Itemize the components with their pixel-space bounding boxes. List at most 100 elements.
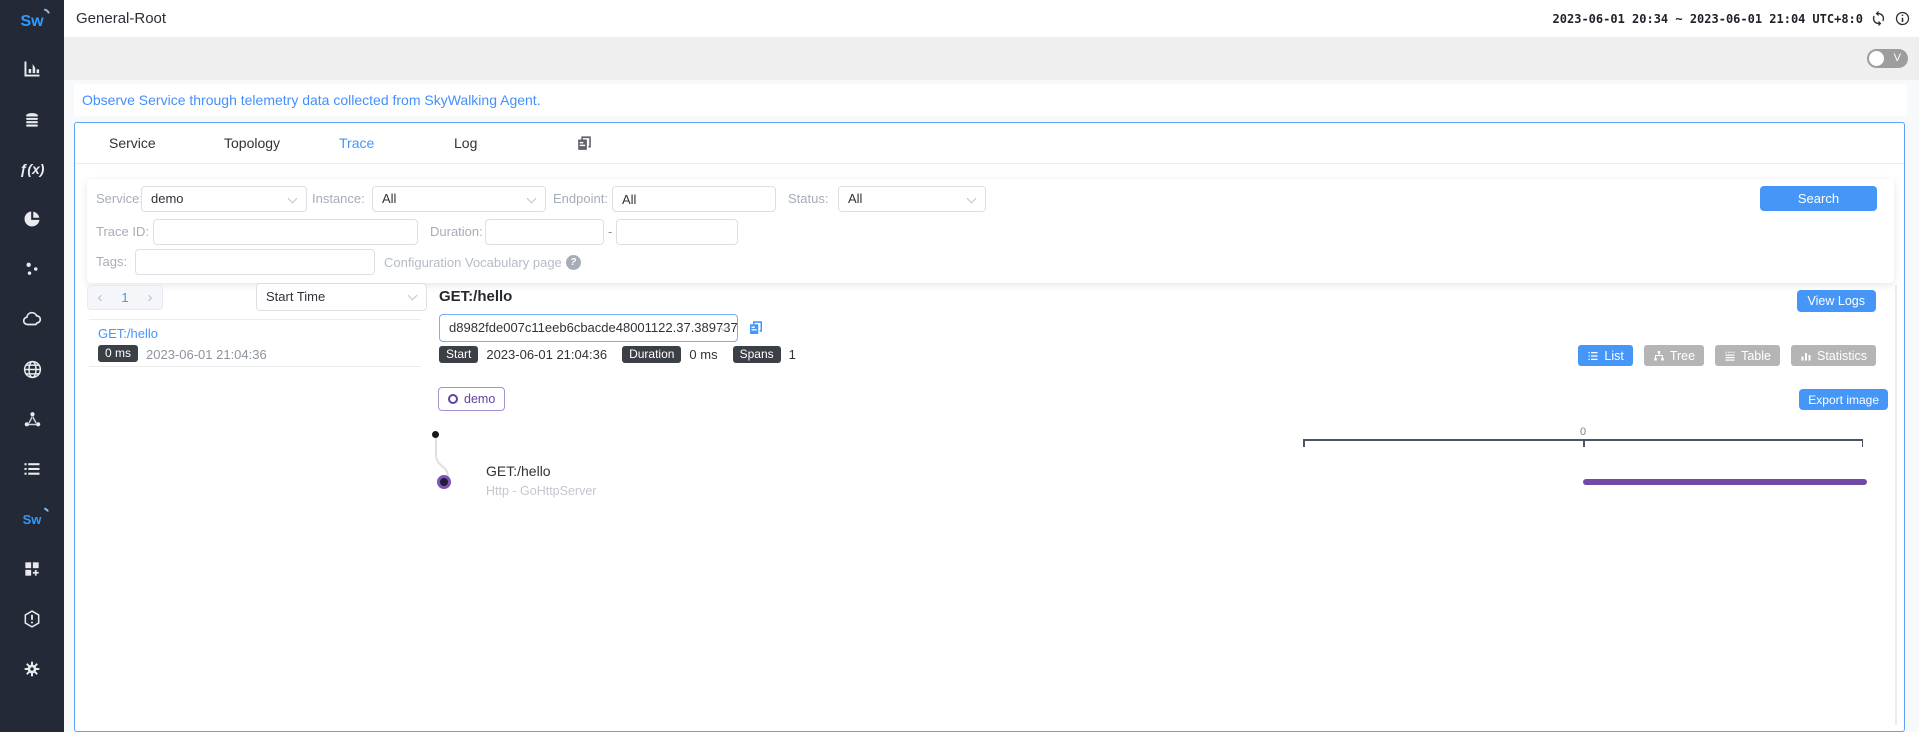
sidebar-item-cloud[interactable]: [0, 294, 64, 344]
current-page[interactable]: 1: [121, 290, 128, 305]
header-right-group: 2023-06-01 20:34 ~ 2023-06-01 21:04 UTC+…: [1553, 0, 1911, 37]
view-mode-table-button[interactable]: Table: [1715, 345, 1780, 366]
instance-select[interactable]: All: [372, 186, 546, 212]
scatter-dots-icon: [22, 259, 42, 279]
tags-input[interactable]: [135, 249, 375, 275]
tab-service[interactable]: Service: [109, 135, 224, 151]
view-toggle[interactable]: V: [1867, 49, 1908, 68]
page-title: General-Root: [76, 10, 166, 27]
chevron-down-icon: [527, 194, 537, 204]
trace-id-label: Trace ID:: [96, 219, 149, 245]
page-body: Observe Service through telemetry data c…: [64, 80, 1919, 732]
info-icon[interactable]: [1894, 10, 1911, 27]
trace-root-node[interactable]: [432, 431, 439, 438]
sidebar-item-alerting[interactable]: [0, 594, 64, 644]
sidebar-item-database[interactable]: [0, 94, 64, 144]
trace-detail-title: GET:/hello: [439, 288, 512, 305]
tree-view-icon: [1653, 350, 1665, 362]
ruler-tick: [1583, 441, 1585, 447]
duration-min-input[interactable]: [485, 219, 604, 245]
database-icon: [22, 109, 42, 129]
copy-trace-id-icon[interactable]: [747, 319, 765, 337]
ruler-tick: [1303, 441, 1305, 447]
trace-endpoint-link[interactable]: GET:/hello: [98, 326, 158, 341]
topology-icon: [22, 409, 43, 430]
sidebar-item-browser[interactable]: [0, 344, 64, 394]
grid-plus-icon: [22, 559, 42, 579]
tab-log[interactable]: Log: [454, 135, 569, 151]
service-legend-chip[interactable]: demo: [438, 387, 505, 411]
trace-id-input[interactable]: [153, 219, 418, 245]
sort-select[interactable]: Start Time: [256, 283, 427, 311]
scrollbar[interactable]: [1895, 285, 1897, 725]
functions-icon: ƒ(x): [20, 161, 45, 177]
timezone[interactable]: UTC+8:0: [1812, 12, 1863, 26]
sidebar: Sw ƒ(x): [0, 0, 64, 732]
list-view-icon: [1587, 350, 1599, 362]
status-select[interactable]: All: [838, 186, 986, 212]
duration-max-input[interactable]: [616, 219, 738, 245]
sidebar-item-dashboard[interactable]: [0, 44, 64, 94]
endpoint-label: Endpoint:: [553, 186, 608, 212]
sidebar-item-skywalking[interactable]: Sw: [0, 494, 64, 544]
span-duration-bar[interactable]: [1583, 479, 1867, 485]
tags-label: Tags:: [96, 249, 127, 275]
main-panel: Service Topology Trace Log Service: demo…: [74, 122, 1905, 732]
refresh-icon[interactable]: [1870, 10, 1887, 27]
sidebar-item-infrastructure[interactable]: [0, 394, 64, 444]
span-name: GET:/hello: [486, 463, 551, 479]
view-mode-statistics-button[interactable]: Statistics: [1791, 345, 1876, 366]
view-logs-button[interactable]: View Logs: [1797, 290, 1876, 312]
duration-badge: Duration: [622, 346, 681, 363]
view-mode-tree-button[interactable]: Tree: [1644, 345, 1704, 366]
sidebar-item-functions[interactable]: ƒ(x): [0, 144, 64, 194]
export-image-button[interactable]: Export image: [1799, 389, 1888, 410]
next-page-button[interactable]: ›: [148, 286, 153, 309]
prev-page-button[interactable]: ‹: [97, 286, 102, 309]
view-mode-buttons: List Tree Table: [1578, 345, 1876, 366]
time-range[interactable]: 2023-06-01 20:34 ~ 2023-06-01 21:04: [1553, 12, 1806, 26]
notice-text: Observe Service through telemetry data c…: [82, 92, 541, 108]
trace-list-item[interactable]: GET:/hello 0 ms 2023-06-01 21:04:36: [89, 319, 421, 367]
tab-trace[interactable]: Trace: [339, 135, 454, 151]
skywalking-logo[interactable]: Sw: [0, 0, 64, 44]
copy-dashboard-icon[interactable]: [575, 134, 594, 153]
tab-bar: Service Topology Trace Log: [75, 123, 1904, 164]
sidebar-item-settings[interactable]: [0, 644, 64, 694]
start-badge: Start: [439, 346, 478, 363]
list-icon: [22, 459, 42, 479]
chevron-down-icon: [288, 194, 298, 204]
gear-icon: [22, 659, 42, 679]
sidebar-item-profiles[interactable]: [0, 194, 64, 244]
legend-ring-icon: [448, 394, 458, 404]
vocabulary-link[interactable]: Configuration Vocabulary page: [384, 255, 562, 270]
sidebar-item-dashboards[interactable]: [0, 544, 64, 594]
spans-value: 1: [789, 347, 796, 362]
span-node-dot[interactable]: [437, 475, 451, 489]
cloud-icon: [21, 308, 43, 330]
notice-banner: Observe Service through telemetry data c…: [74, 84, 1907, 116]
spans-badge: Spans: [733, 346, 781, 363]
alert-hexagon-icon: [22, 609, 42, 629]
trace-duration-badge: 0 ms: [98, 345, 138, 362]
search-filter-card: Service: demo Instance: All Endpoint: St…: [87, 179, 1894, 283]
help-icon[interactable]: ?: [566, 255, 581, 270]
view-mode-list-button[interactable]: List: [1578, 345, 1632, 366]
service-select[interactable]: demo: [141, 186, 307, 212]
search-button[interactable]: Search: [1760, 186, 1877, 211]
sidebar-item-events[interactable]: [0, 444, 64, 494]
trace-start-time: 2023-06-01 21:04:36: [146, 347, 267, 362]
chevron-down-icon: [967, 194, 977, 204]
chevron-down-icon: [408, 291, 418, 301]
timeline-ruler: 0: [1303, 439, 1863, 447]
tab-topology[interactable]: Topology: [224, 135, 339, 151]
globe-icon: [22, 359, 43, 380]
trace-id-select[interactable]: d8982fde007c11eeb6cbacde48001122.37.3897…: [439, 314, 738, 342]
bar-chart-icon: [22, 59, 42, 79]
statistics-view-icon: [1800, 350, 1812, 362]
instance-label: Instance:: [312, 186, 365, 212]
legend-service-name: demo: [464, 392, 495, 406]
sidebar-item-service-mesh[interactable]: [0, 244, 64, 294]
endpoint-input[interactable]: [612, 186, 776, 212]
vocabulary-row: Configuration Vocabulary page ?: [384, 249, 581, 275]
